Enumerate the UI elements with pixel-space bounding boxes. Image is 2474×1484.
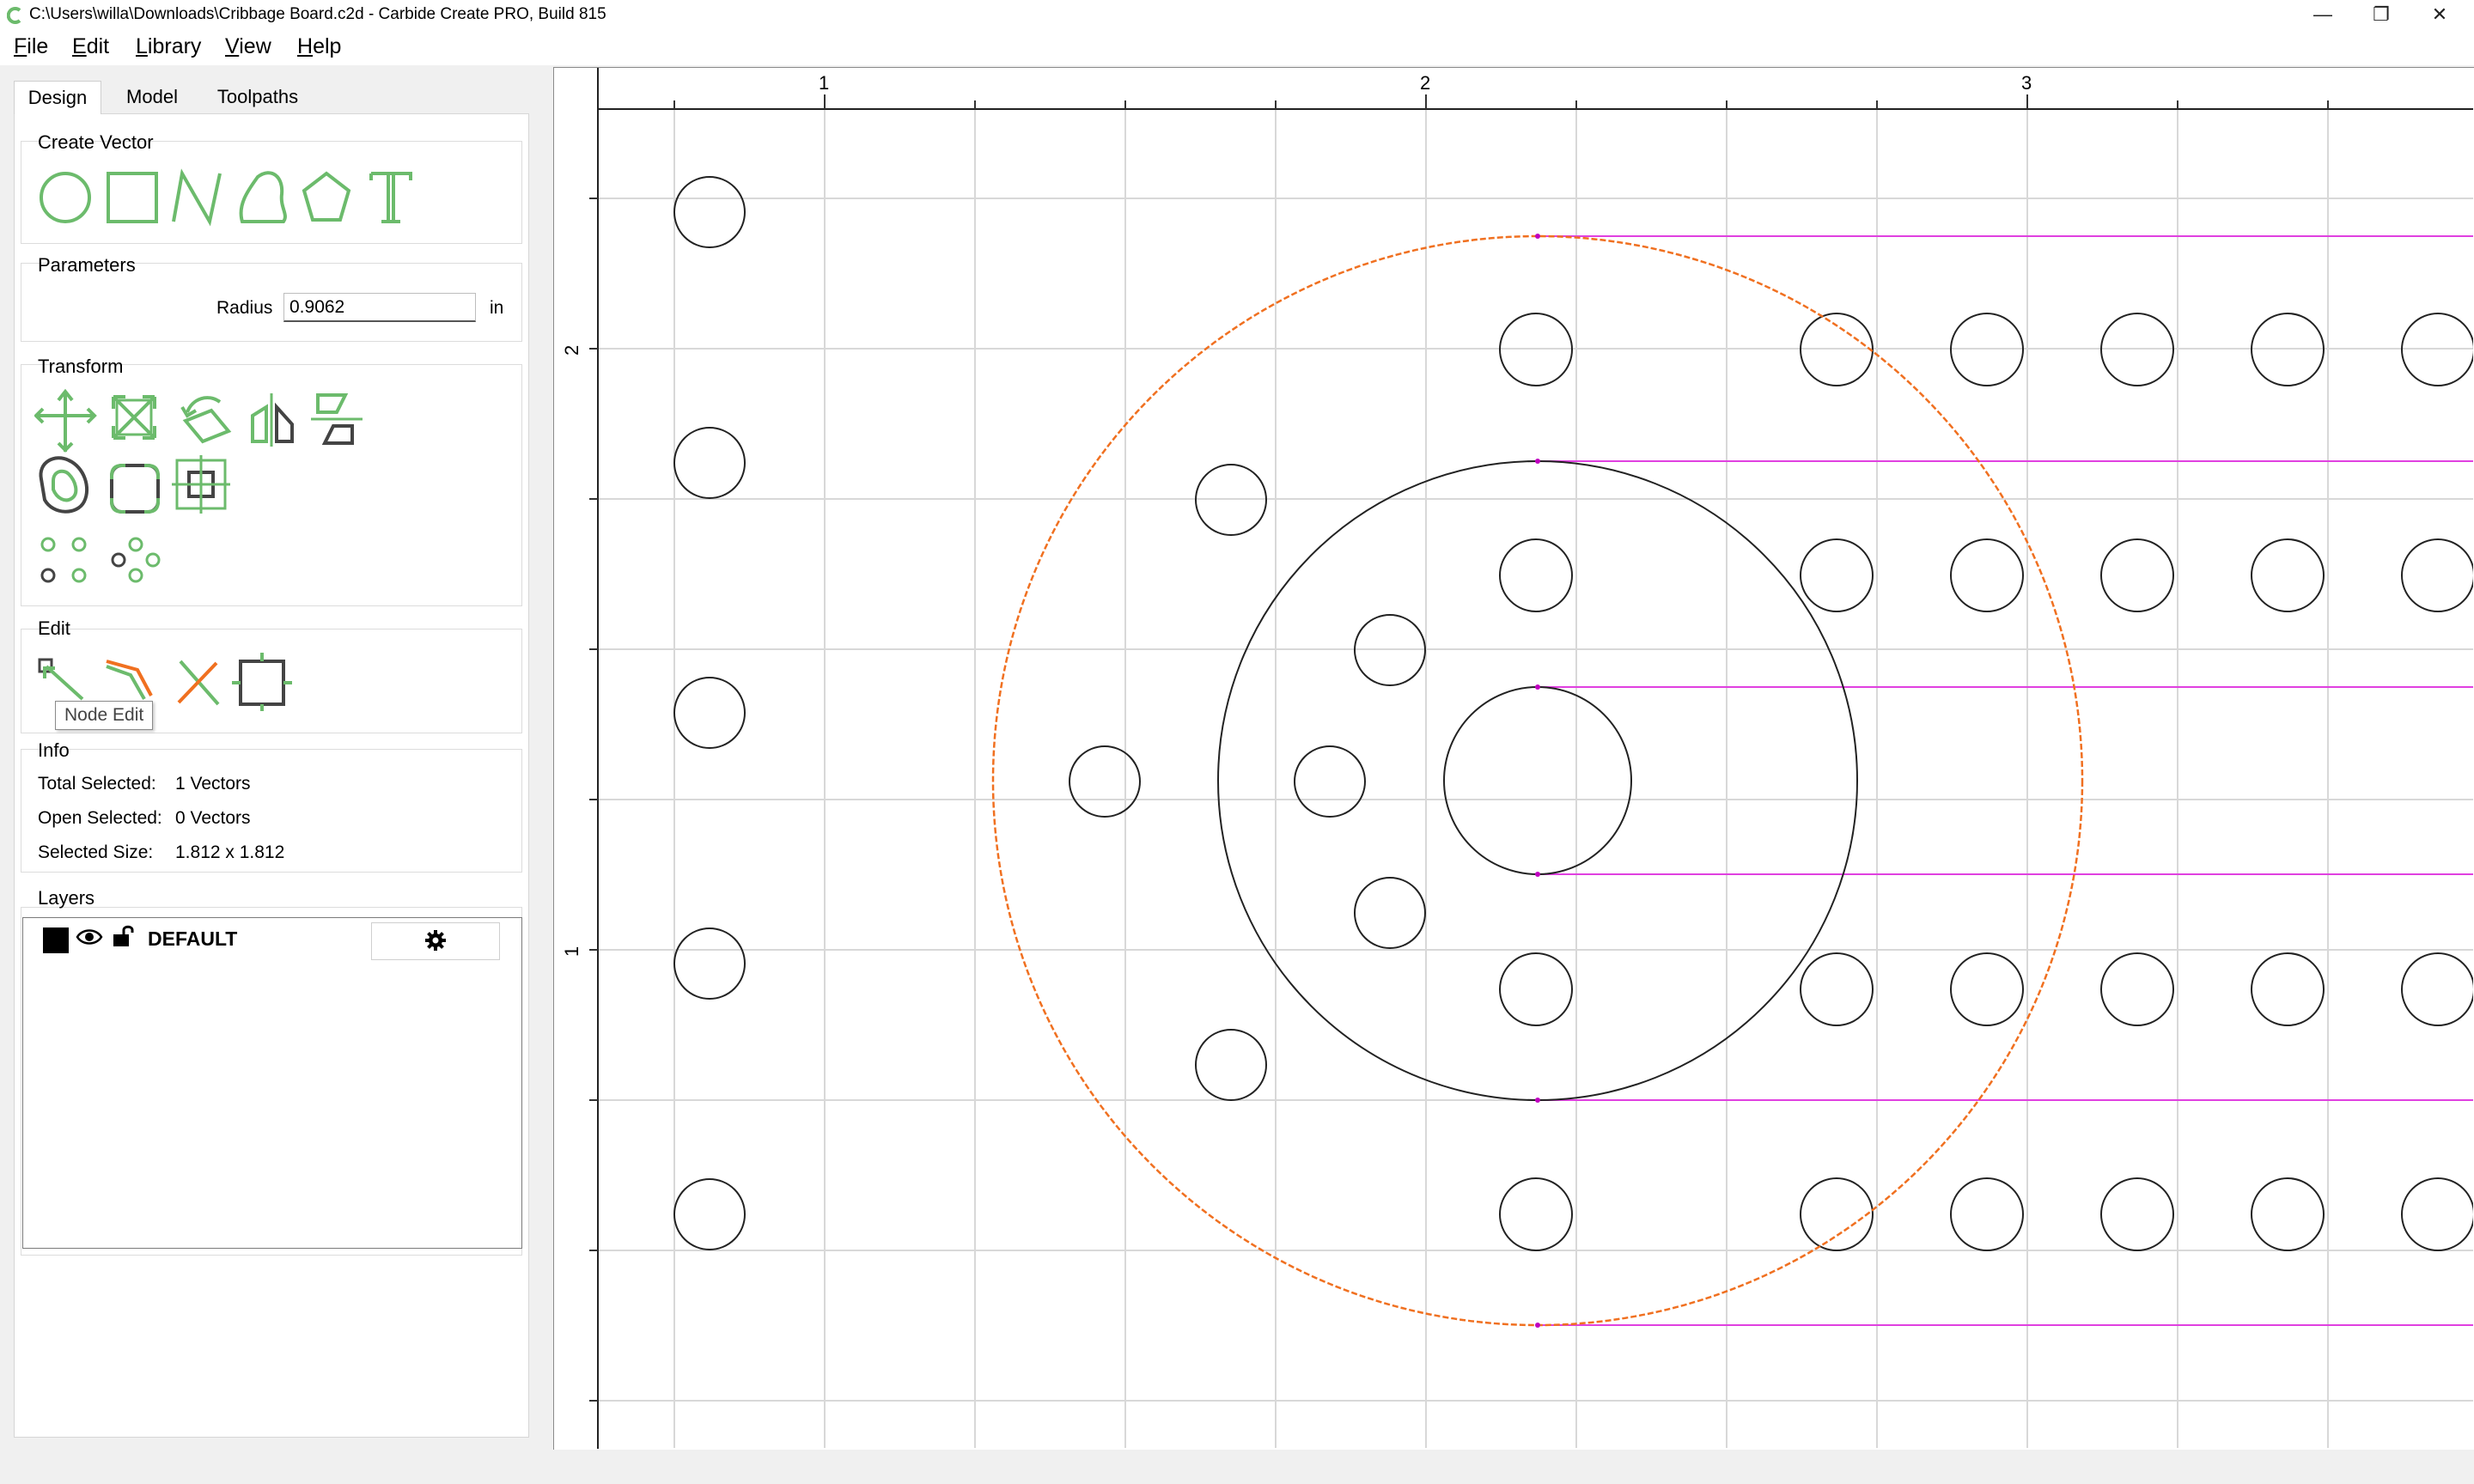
move-icon[interactable] [34, 386, 97, 453]
fillet-icon[interactable] [103, 455, 165, 517]
edit-title: Edit [38, 617, 70, 639]
menu-bar [0, 31, 2474, 65]
selected-circle[interactable] [991, 234, 2084, 1327]
top-ruler [554, 68, 2473, 110]
ruler-label-left-1: 1 [561, 946, 582, 957]
rotate-icon[interactable] [172, 386, 234, 448]
ruler-label-left-2: 2 [561, 345, 582, 356]
menu-view[interactable]: View [225, 34, 271, 59]
radius-unit: in [490, 298, 504, 318]
layer-color-swatch[interactable] [43, 928, 69, 953]
tab-model[interactable]: Model [110, 81, 194, 113]
menu-file[interactable]: File [14, 34, 48, 59]
polyline-tool-icon[interactable] [168, 165, 229, 227]
layers-title: Layers [38, 887, 95, 909]
info-title: Info [38, 739, 70, 761]
eye-icon[interactable] [76, 926, 103, 948]
circular-pattern-icon[interactable] [34, 524, 96, 586]
scale-icon[interactable] [103, 386, 165, 448]
ruler-label-top-2: 2 [1420, 72, 1430, 94]
transform-title: Transform [38, 356, 124, 377]
window-title: C:\Users\willa\Downloads\Cribbage Board.… [29, 5, 606, 23]
info-selected-size-value: 1.812 x 1.812 [175, 842, 285, 862]
layer-name[interactable]: DEFAULT [148, 928, 237, 951]
create-vector-title: Create Vector [38, 131, 154, 153]
info-open-selected-value: 0 Vectors [175, 808, 251, 828]
align-icon[interactable] [309, 386, 371, 448]
menu-edit[interactable]: Edit [72, 34, 109, 59]
unlock-icon[interactable] [112, 924, 134, 948]
transform-toolbar [34, 386, 371, 586]
circle-tool-icon[interactable] [34, 165, 94, 227]
info-open-selected-label: Open Selected: [38, 808, 162, 828]
canvas-drawing[interactable]: 1 2 3 2 1 [554, 68, 2473, 1449]
text-tool-icon[interactable] [369, 165, 412, 227]
parameters-title: Parameters [38, 254, 136, 276]
create-vector-toolbar [34, 165, 412, 227]
boolean-icon[interactable] [232, 649, 292, 711]
tab-toolpaths[interactable]: Toolpaths [204, 81, 311, 113]
ruler-label-top-1: 1 [819, 72, 829, 94]
radius-input[interactable] [283, 293, 476, 322]
menu-help[interactable]: Help [297, 34, 341, 59]
center-circles[interactable] [1217, 460, 1858, 1101]
layers-list [22, 917, 522, 1249]
info-total-selected-value: 1 Vectors [175, 774, 251, 794]
ruler-label-top-3: 3 [2021, 72, 2032, 94]
snap-icon[interactable] [172, 455, 234, 517]
status-bar [0, 1450, 2474, 1484]
gear-icon [425, 930, 446, 951]
guide-lines [1538, 235, 2473, 1326]
cut-icon[interactable] [168, 649, 230, 711]
rectangle-tool-icon[interactable] [101, 165, 161, 227]
info-total-selected-label: Total Selected: [38, 774, 156, 794]
offset-icon[interactable] [34, 455, 96, 517]
mirror-icon[interactable] [241, 386, 302, 448]
rectangular-pattern-icon[interactable] [103, 524, 165, 586]
curve-tool-icon[interactable] [235, 165, 296, 227]
info-selected-size-label: Selected Size: [38, 842, 154, 862]
tab-design[interactable]: Design [14, 81, 101, 114]
node-points [1535, 234, 1540, 1328]
restore-button[interactable]: ❐ [2352, 0, 2410, 31]
polygon-tool-icon[interactable] [302, 165, 363, 227]
left-ruler [554, 68, 599, 1449]
peg-holes[interactable] [673, 176, 2473, 1251]
node-edit-tooltip: Node Edit [55, 701, 154, 730]
menu-library[interactable]: Library [136, 34, 201, 59]
canvas-grid [599, 110, 2473, 1448]
close-button[interactable]: ✕ [2410, 0, 2469, 31]
radius-label: Radius [216, 298, 273, 318]
minimize-button[interactable]: — [2294, 0, 2352, 31]
carbide-create-logo-icon [7, 7, 21, 24]
